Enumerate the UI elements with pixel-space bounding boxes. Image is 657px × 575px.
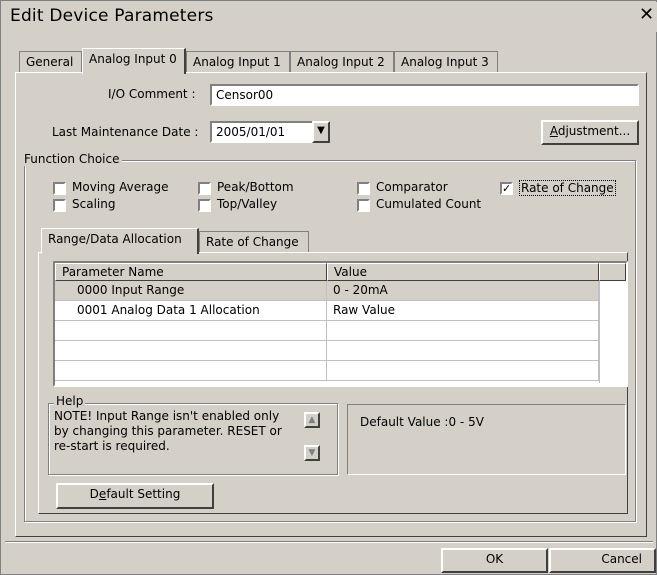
row-1-value[interactable]: Raw Value	[327, 301, 599, 321]
default-setting-prefix: D	[89, 487, 99, 501]
empty-cell	[327, 321, 599, 341]
comparator-label: Comparator	[376, 180, 448, 194]
tab-analog-input-0[interactable]: Analog Input 0	[82, 48, 186, 74]
help-line: re-start is required.	[54, 439, 170, 453]
tab-strip: General Analog Input 0 Analog Input 1 An…	[19, 48, 639, 74]
parameter-grid[interactable]: Parameter Name Value 0000 Input Range 0 …	[53, 261, 628, 387]
checkbox-rate-of-change[interactable]: ✓	[500, 182, 513, 195]
tab-analog-input-3[interactable]: Analog Input 3	[394, 51, 498, 73]
default-value-text: Default Value :0 - 5V	[360, 415, 484, 429]
tab-analog-input-1[interactable]: Analog Input 1	[186, 51, 290, 73]
tab-analog-input-2[interactable]: Analog Input 2	[290, 51, 394, 73]
grid-scroll-area	[599, 281, 626, 383]
default-value-box: Default Value :0 - 5V	[347, 404, 626, 475]
help-line: by changing this parameter. RESET or	[54, 424, 282, 438]
table-row[interactable]: 0001 Analog Data 1 Allocation Raw Value	[55, 301, 599, 321]
tab-rate-of-change[interactable]: Rate of Change	[199, 231, 309, 253]
cumulated-count-label: Cumulated Count	[376, 197, 482, 211]
scaling-label: Scaling	[72, 197, 116, 211]
io-comment-label: I/O Comment :	[108, 87, 196, 101]
cancel-button[interactable]: Cancel	[549, 548, 656, 573]
table-row[interactable]: 0000 Input Range 0 - 20mA	[55, 281, 599, 301]
scroll-up-icon[interactable]: ▲	[304, 412, 320, 428]
checkbox-comparator[interactable]	[357, 182, 370, 195]
io-comment-input[interactable]: Censor00	[210, 84, 639, 106]
checkbox-peak-bottom[interactable]	[198, 182, 211, 195]
scroll-down-icon[interactable]: ▼	[304, 445, 320, 461]
checkbox-top-valley[interactable]	[198, 199, 211, 212]
grid-header-value[interactable]: Value	[327, 263, 599, 281]
help-legend: Help	[54, 394, 86, 408]
checkmark-icon: ✓	[502, 182, 512, 195]
help-line: NOTE! Input Range isn't enabled only	[54, 409, 280, 423]
empty-cell	[55, 341, 327, 361]
ok-button[interactable]: OK	[441, 548, 548, 573]
empty-cell	[327, 341, 599, 361]
function-choice-legend: Function Choice	[22, 152, 122, 166]
grid-header-spacer	[599, 263, 626, 281]
maintenance-date-label: Last Maintenance Date :	[52, 125, 199, 139]
date-dropdown-chevron-down-icon[interactable]: ▼	[312, 121, 330, 143]
rate-of-change-label: Rate of Change	[519, 180, 616, 196]
adjustment-accel: A	[549, 124, 558, 138]
empty-cell	[327, 361, 599, 381]
empty-cell	[55, 321, 327, 341]
adjustment-button[interactable]: Adjustment...	[541, 120, 639, 145]
title-bar: Edit Device Parameters ✕	[2, 2, 657, 32]
default-setting-button[interactable]: Default Setting	[56, 483, 214, 509]
tab-panel: I/O Comment : Censor00 Last Maintenance …	[15, 72, 647, 537]
peak-bottom-label: Peak/Bottom	[217, 180, 294, 194]
default-setting-label: fault Setting	[106, 487, 181, 501]
moving-average-label: Moving Average	[72, 180, 169, 194]
checkbox-cumulated-count[interactable]	[357, 199, 370, 212]
tab-general[interactable]: General	[19, 51, 82, 73]
checkbox-scaling[interactable]	[53, 199, 66, 212]
window-title: Edit Device Parameters	[10, 6, 214, 26]
dialog-window: Edit Device Parameters ✕ General Analog …	[0, 0, 657, 575]
bottom-divider	[5, 541, 653, 543]
empty-cell	[55, 361, 327, 381]
adjustment-label: djustment...	[557, 124, 631, 138]
row-0-name: 0000 Input Range	[55, 281, 327, 301]
top-valley-label: Top/Valley	[217, 197, 278, 211]
close-icon[interactable]: ✕	[639, 4, 654, 25]
row-0-value[interactable]: 0 - 20mA	[327, 281, 599, 301]
grid-header-parameter-name[interactable]: Parameter Name	[55, 263, 327, 281]
tab-range-data-allocation[interactable]: Range/Data Allocation	[41, 228, 199, 254]
checkbox-moving-average[interactable]	[53, 182, 66, 195]
help-text: NOTE! Input Range isn't enabled only by …	[54, 409, 294, 454]
row-1-name: 0001 Analog Data 1 Allocation	[55, 301, 327, 321]
